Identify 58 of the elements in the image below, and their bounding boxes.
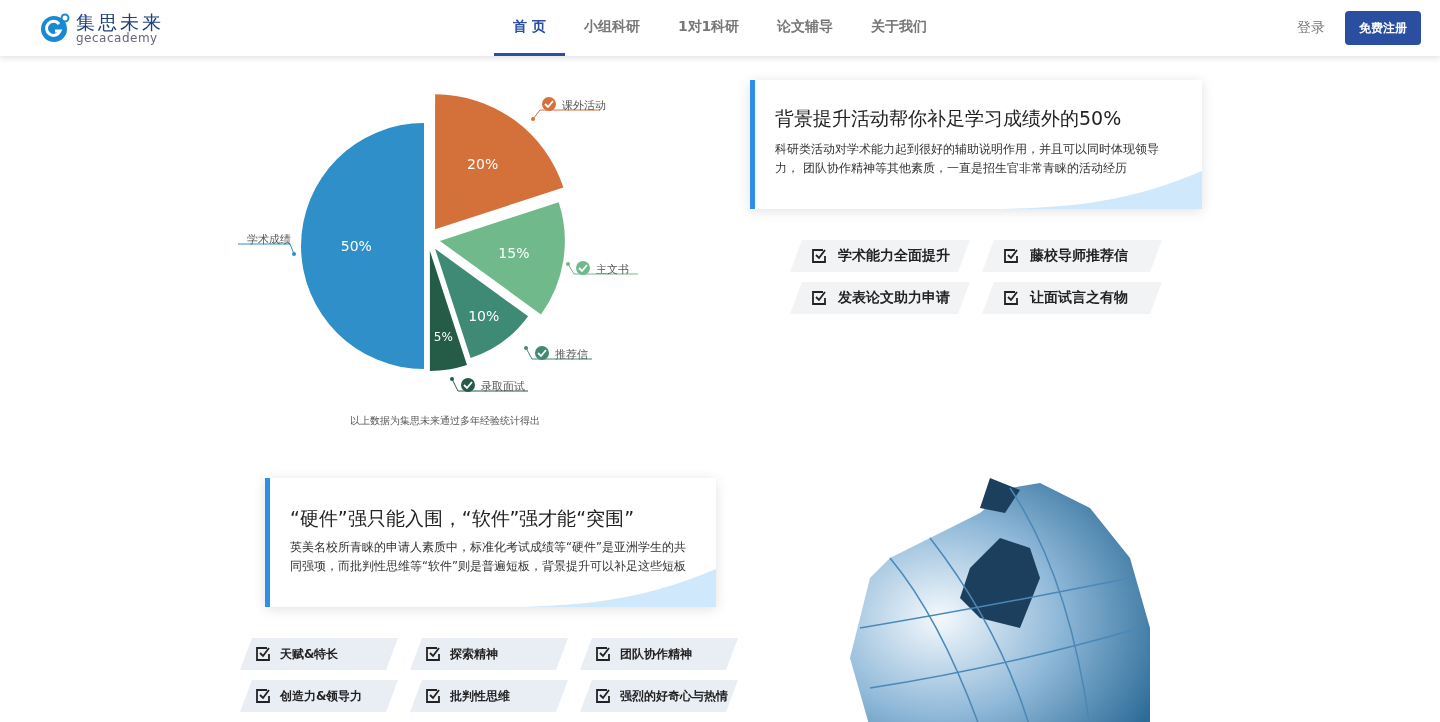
nav-tab[interactable]: 1对1科研 bbox=[658, 0, 759, 56]
logo-icon bbox=[40, 13, 70, 43]
nav-tab[interactable]: 论文辅导 bbox=[758, 0, 853, 56]
quality-label: 天赋&特长 bbox=[280, 645, 339, 663]
nav-tab[interactable]: 小组科研 bbox=[564, 0, 659, 56]
slice-value-label: 15% bbox=[498, 244, 530, 261]
card-title: “硬件”强只能入围，“软件”强才能“突围” bbox=[290, 506, 636, 531]
check-icon bbox=[461, 378, 475, 392]
checkbox-icon bbox=[256, 689, 270, 703]
register-button[interactable]: 免费注册 bbox=[1345, 11, 1421, 45]
leader-line bbox=[532, 109, 601, 120]
login-link[interactable]: 登录 bbox=[1297, 19, 1325, 37]
check-icon bbox=[535, 346, 549, 360]
chart-footnote: 以上数据为集思未来通过多年经验统计得出 bbox=[350, 414, 540, 428]
check-icon bbox=[542, 97, 556, 111]
leader-dot bbox=[566, 262, 570, 266]
quality-label: 批判性思维 bbox=[450, 687, 510, 705]
quality-label: 团队协作精神 bbox=[620, 645, 692, 663]
leader-line bbox=[237, 243, 295, 255]
benefit-label: 让面试言之有物 bbox=[1030, 289, 1128, 307]
slice-category-label: 主文书 bbox=[596, 263, 629, 276]
leader-dot bbox=[292, 252, 296, 256]
checkbox-icon bbox=[596, 647, 610, 661]
checkbox-icon bbox=[812, 249, 826, 263]
leader-line bbox=[567, 263, 639, 275]
checkbox-icon bbox=[1004, 291, 1018, 305]
quality-label: 探索精神 bbox=[450, 645, 498, 663]
nav-tab[interactable]: 首 页 bbox=[494, 0, 565, 56]
checkbox-icon bbox=[256, 647, 270, 661]
check-icon bbox=[576, 261, 590, 275]
logo-name: 集思未来 bbox=[76, 12, 164, 32]
checkbox-icon bbox=[426, 689, 440, 703]
quality-label: 强烈的好奇心与热情 bbox=[620, 687, 728, 705]
nav-tab[interactable]: 关于我们 bbox=[852, 0, 947, 56]
slice-value-label: 10% bbox=[468, 307, 500, 324]
card-text: 英美名校所青睐的申请人素质中，标准化考试成绩等“硬件”是亚洲学生的共同强项，而批判性思维等“软件”则是普遍短板，背景提升可以补足这些短板 bbox=[290, 539, 687, 575]
logo-subtitle: gecacademy bbox=[76, 31, 158, 44]
slice-category-label: 录取面试 bbox=[481, 380, 525, 393]
slice-category-label: 推荐信 bbox=[555, 348, 588, 361]
slice-category-label: 课外活动 bbox=[562, 99, 606, 112]
quality-label: 创造力&领导力 bbox=[280, 687, 363, 705]
benefit-label: 藤校导师推荐信 bbox=[1030, 247, 1128, 265]
slice-value-label: 20% bbox=[467, 155, 499, 172]
leader-line bbox=[525, 347, 593, 360]
card-text: 科研类活动对学术能力起到很好的辅助说明作用，并且可以同时体现领导力， 团队协作精神等其他素质，一直是招生官非常青睐的活动经历 bbox=[775, 141, 1160, 177]
slice-value-label: 50% bbox=[340, 238, 372, 254]
leader-dot bbox=[450, 377, 454, 381]
checkbox-icon bbox=[426, 647, 440, 661]
checkbox-icon bbox=[596, 689, 610, 703]
benefit-label: 发表论文助力申请 bbox=[838, 289, 950, 307]
card-title: 背景提升活动帮你补足学习成绩外的50% bbox=[775, 106, 1123, 131]
checkbox-icon bbox=[1004, 249, 1018, 263]
leader-dot bbox=[531, 117, 535, 121]
benefit-label: 学术能力全面提升 bbox=[838, 247, 950, 265]
leader-dot bbox=[524, 346, 528, 350]
checkbox-icon bbox=[812, 291, 826, 305]
slice-value-label: 5% bbox=[433, 330, 453, 345]
slice-category-label: 学术成绩 bbox=[247, 233, 291, 246]
